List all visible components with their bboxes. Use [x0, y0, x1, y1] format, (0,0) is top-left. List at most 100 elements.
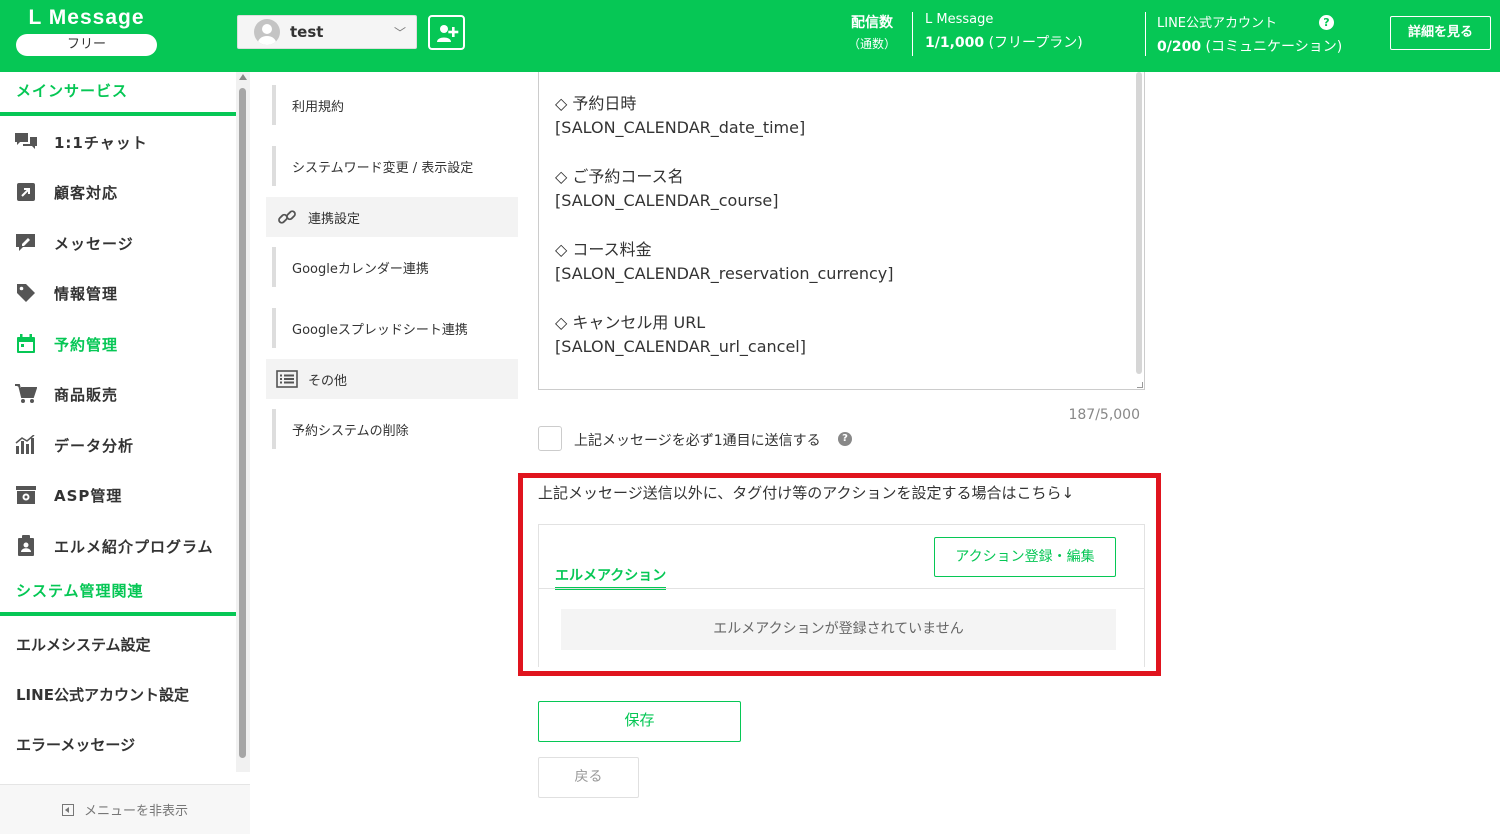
- clipboard-icon: [14, 535, 38, 557]
- message-line: [SALON_CALENDAR_url_cancel]: [555, 337, 806, 356]
- save-button[interactable]: 保存: [538, 701, 741, 742]
- system-section-heading: システム管理関連: [0, 572, 236, 616]
- hide-menu-label: メニューを非表示: [83, 804, 188, 819]
- main-services-heading: メインサービス: [0, 72, 236, 116]
- send-first-label: 上記メッセージを必ず1通目に送信する: [574, 433, 821, 449]
- help-icon[interactable]: ?: [838, 432, 852, 446]
- divider: [539, 588, 1144, 589]
- submenu-item-system-words[interactable]: システムワード変更 / 表示設定: [266, 146, 518, 186]
- action-edit-button[interactable]: アクション登録・編集: [934, 537, 1116, 577]
- sidebar-item-reservation[interactable]: 予約管理: [0, 319, 236, 369]
- delivery-label: 配信数: [851, 15, 893, 31]
- send-first-checkbox[interactable]: [538, 426, 562, 451]
- textarea-scrollbar[interactable]: [1136, 72, 1142, 374]
- sidebar-item-error-messages[interactable]: エラーメッセージ: [0, 720, 236, 770]
- message-line: [SALON_CALENDAR_course]: [555, 191, 779, 210]
- submenu-bar: [272, 409, 276, 449]
- add-account-button[interactable]: [428, 15, 465, 50]
- account-select[interactable]: test ﹀: [237, 15, 417, 49]
- sidebar-scrollbar[interactable]: [236, 72, 250, 772]
- collapse-icon: [61, 803, 74, 816]
- sidebar-item-label: エルメ紹介プログラム: [54, 537, 214, 556]
- sidebar-item-label: ASP管理: [54, 486, 123, 505]
- chat-icon: [14, 131, 38, 153]
- details-button[interactable]: 詳細を見る: [1390, 16, 1491, 50]
- header-divider: [912, 12, 913, 56]
- sidebar-item-label: 1:1チャット: [54, 133, 148, 152]
- tag-icon: [14, 282, 38, 304]
- sidebar-item-message[interactable]: メッセージ: [0, 218, 236, 268]
- calendar-icon: [14, 333, 38, 355]
- submenu-item-terms[interactable]: 利用規約: [266, 85, 518, 125]
- sidebar: メインサービス 1:1チャット 顧客対応 メッセージ 情報管理 予約管理 商品販: [0, 72, 250, 834]
- message-textarea[interactable]: ◇ 予約日時 [SALON_CALENDAR_date_time] ◇ ご予約コ…: [538, 72, 1145, 390]
- line-stat: LINE公式アカウント 0/200 (コミュニケーション): [1157, 12, 1342, 56]
- lmessage-stat: L Message 1/1,000 (フリープラン): [925, 12, 1083, 52]
- line-stat-title: LINE公式アカウント: [1157, 16, 1278, 31]
- avatar: [254, 19, 280, 45]
- submenu-item-delete-reservation[interactable]: 予約システムの削除: [266, 409, 518, 449]
- sidebar-item-info[interactable]: 情報管理: [0, 268, 236, 318]
- sidebar-item-referral[interactable]: エルメ紹介プログラム: [0, 521, 236, 571]
- lmessage-stat-title: L Message: [925, 12, 994, 27]
- settings-submenu: 利用規約 システムワード変更 / 表示設定 連携設定 Googleカレンダー連携…: [266, 72, 518, 834]
- action-note: 上記メッセージ送信以外に、タグ付け等のアクションを設定する場合はこちら↓: [538, 484, 1075, 502]
- add-user-icon: [436, 24, 458, 42]
- submenu-label: システムワード変更 / 表示設定: [292, 160, 474, 176]
- scroll-up-arrow-icon[interactable]: [239, 74, 247, 80]
- arrow-box-icon: [14, 181, 38, 203]
- submenu-label: その他: [308, 373, 348, 389]
- sidebar-item-analytics[interactable]: データ分析: [0, 420, 236, 470]
- message-line: ◇ キャンセル用 URL: [555, 313, 706, 332]
- sidebar-item-asp[interactable]: ASP管理: [0, 470, 236, 520]
- account-name: test: [290, 23, 324, 41]
- line-stat-value: 0/200 (コミュニケーション): [1157, 39, 1343, 55]
- empty-action-message: エルメアクションが登録されていません: [561, 609, 1116, 650]
- sidebar-item-chat[interactable]: 1:1チャット: [0, 117, 236, 167]
- sidebar-item-label: 顧客対応: [54, 183, 119, 202]
- submenu-bar: [272, 247, 276, 287]
- submenu-group-other: その他: [266, 359, 518, 399]
- main-content: ◇ 予約日時 [SALON_CALENDAR_date_time] ◇ ご予約コ…: [518, 72, 1500, 834]
- chevron-down-icon: ﹀: [393, 25, 406, 40]
- submenu-bar: [272, 146, 276, 186]
- sidebar-item-line-account-settings[interactable]: LINE公式アカウント設定: [0, 670, 236, 720]
- help-icon[interactable]: ?: [1319, 15, 1334, 30]
- sidebar-item-label: メッセージ: [54, 234, 134, 253]
- tab-action[interactable]: エルメアクション: [555, 565, 667, 590]
- sidebar-item-label: 商品販売: [54, 385, 119, 404]
- top-header: L Message フリー test ﹀ 配信数 （通数） L Message …: [0, 0, 1500, 72]
- submenu-label: Googleカレンダー連携: [292, 261, 429, 277]
- link-icon: [276, 206, 298, 228]
- hide-menu-button[interactable]: メニューを非表示: [0, 784, 250, 834]
- submenu-item-google-calendar[interactable]: Googleカレンダー連携: [266, 247, 518, 287]
- sidebar-item-system-settings[interactable]: エルメシステム設定: [0, 620, 236, 670]
- delivery-count-label: 配信数 （通数）: [838, 12, 906, 52]
- submenu-label: 予約システムの削除: [292, 423, 409, 439]
- sidebar-item-sales[interactable]: 商品販売: [0, 369, 236, 419]
- logo[interactable]: L Message フリー: [16, 6, 157, 56]
- header-divider: [1145, 12, 1146, 56]
- plan-badge: フリー: [16, 34, 157, 56]
- submenu-label: 利用規約: [292, 99, 345, 115]
- submenu-label: Googleスプレッドシート連携: [292, 322, 468, 338]
- submenu-item-google-sheets[interactable]: Googleスプレッドシート連携: [266, 308, 518, 348]
- submenu-bar: [272, 85, 276, 125]
- bar-chart-icon: [14, 434, 38, 456]
- back-button[interactable]: 戻る: [538, 757, 639, 798]
- asp-icon: [14, 484, 38, 506]
- message-line: [SALON_CALENDAR_reservation_currency]: [555, 264, 894, 283]
- message-line: ◇ 予約日時: [555, 94, 637, 113]
- message-line: ◇ ご予約コース名: [555, 167, 684, 186]
- message-line: [SALON_CALENDAR_date_time]: [555, 118, 806, 137]
- list-icon: [276, 368, 298, 390]
- scroll-thumb[interactable]: [239, 88, 246, 758]
- submenu-group-integration: 連携設定: [266, 197, 518, 237]
- lmessage-stat-value: 1/1,000 (フリープラン): [925, 35, 1083, 51]
- logo-text: L Message: [28, 6, 145, 29]
- message-edit-icon: [14, 232, 38, 254]
- sidebar-item-label: 予約管理: [54, 335, 119, 354]
- submenu-bar: [272, 308, 276, 348]
- sidebar-item-customer[interactable]: 顧客対応: [0, 167, 236, 217]
- resize-handle-icon[interactable]: [1137, 382, 1143, 388]
